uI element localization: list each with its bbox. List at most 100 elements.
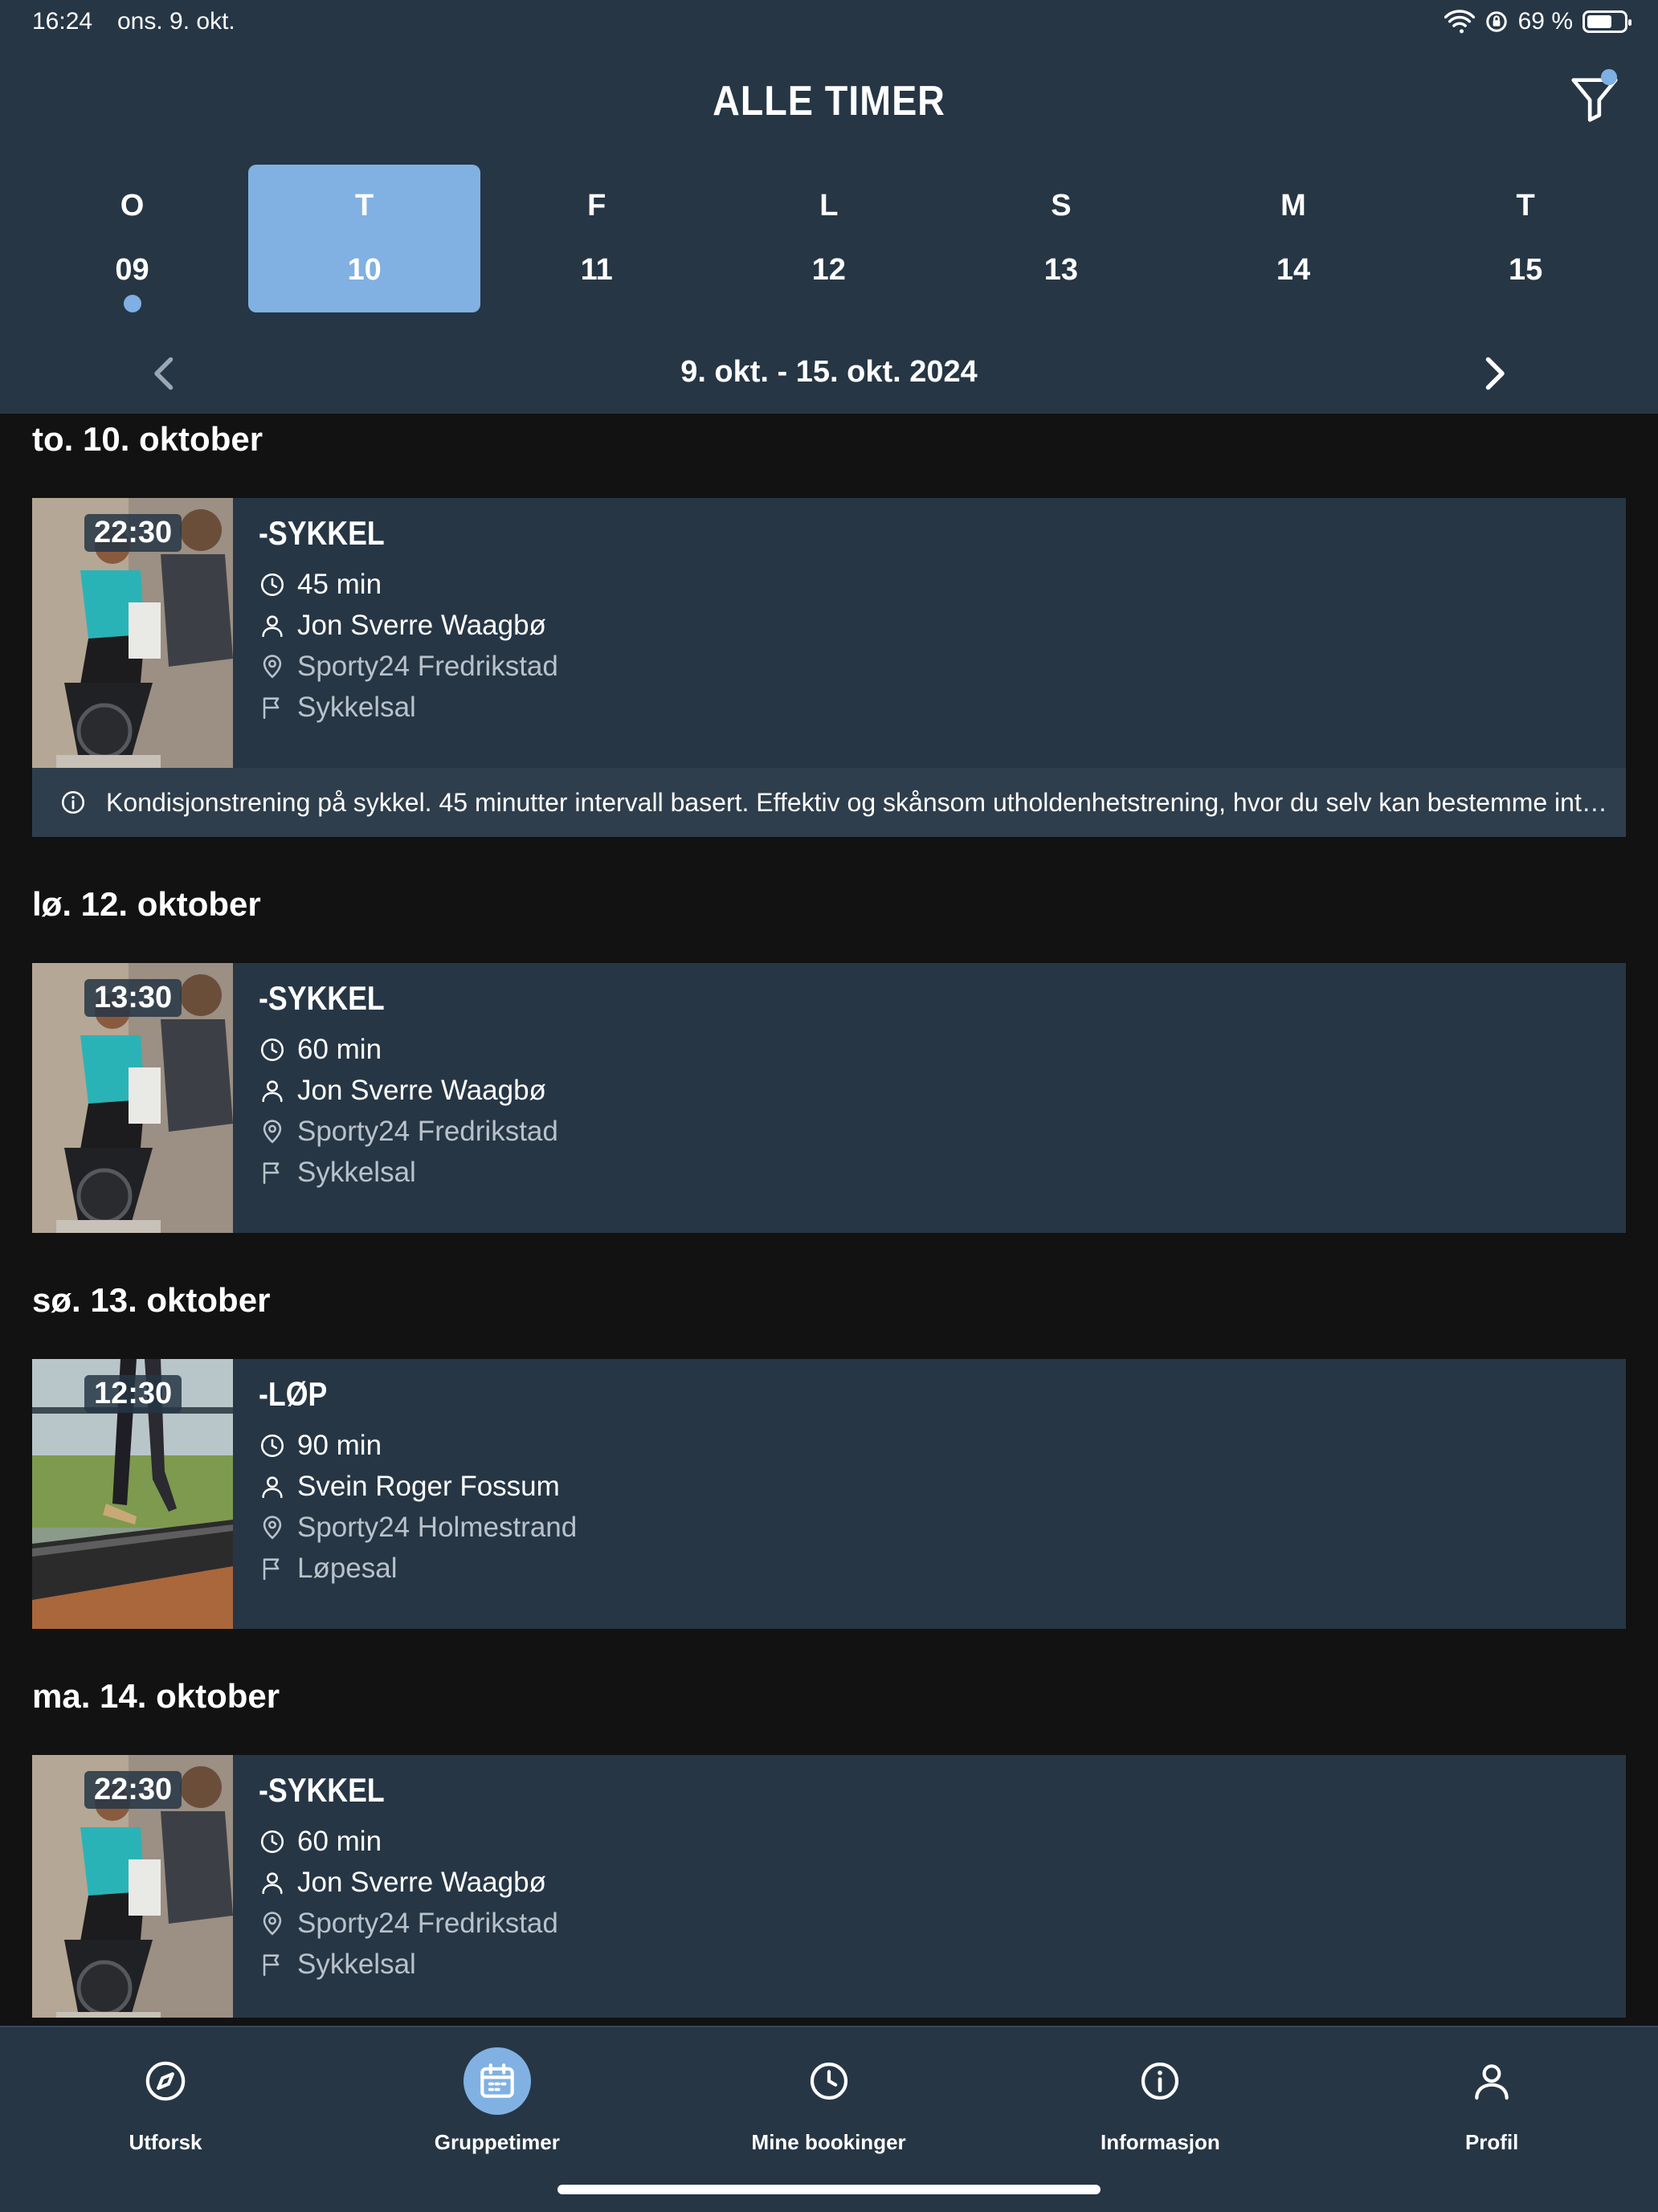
- flag-icon: [263, 1161, 280, 1184]
- day-number: 10: [347, 253, 382, 287]
- class-duration-row: 60 min: [259, 1029, 558, 1070]
- calendar-icon: [480, 2063, 514, 2098]
- tab-icon-wrap: [132, 2047, 199, 2115]
- tab-icon-wrap: [1458, 2047, 1525, 2115]
- clock-icon: [260, 1434, 284, 1457]
- day-letter: F: [587, 189, 606, 222]
- class-location: Sporty24 Holmestrand: [297, 1511, 578, 1543]
- class-room-row: Sykkelsal: [259, 1152, 558, 1193]
- has-classes-dot: [123, 295, 141, 312]
- tab-label: Profil: [1464, 2130, 1519, 2154]
- day-number: 09: [115, 253, 149, 287]
- info-icon: [1141, 2062, 1179, 2100]
- class-description-text: Kondisjonstrening på sykkel. 45 minutter…: [106, 787, 1607, 817]
- class-info: -SYKKEL 45 min Jon Sverre Waagbø Sporty24 F…: [259, 514, 558, 728]
- class-room-row: Løpesal: [259, 1548, 577, 1589]
- tab-label: Utforsk: [129, 2130, 202, 2154]
- day-letter: T: [354, 189, 374, 222]
- class-info: -LØP 90 min Svein Roger Fossum Sporty24 Hol…: [259, 1375, 577, 1589]
- flag-icon: [263, 1953, 280, 1976]
- rotation-lock-icon: [1485, 11, 1507, 32]
- class-start-time: 13:30: [84, 979, 182, 1017]
- status-bar: 16:24 ons. 9. okt. 69 %: [0, 0, 1658, 48]
- class-location: Sporty24 Fredrikstad: [297, 1115, 558, 1147]
- day-number: 12: [811, 253, 846, 287]
- day-14[interactable]: M 14: [1178, 165, 1410, 312]
- day-12[interactable]: L 12: [713, 165, 945, 312]
- chevron-right-icon: [1485, 357, 1505, 390]
- class-instructor-row: Jon Sverre Waagbø: [259, 1862, 558, 1903]
- class-card-main: 13:30 -SYKKEL 60 min Jon Sverre Waagbø Sport…: [32, 963, 1626, 1233]
- tab-label: Gruppetimer: [434, 2130, 560, 2154]
- class-card[interactable]: 22:30 -SYKKEL 45 min Jon Sverre Waagbø Sport…: [32, 498, 1626, 837]
- class-duration-row: 45 min: [259, 564, 558, 605]
- tab-icon-wrap: [795, 2047, 863, 2115]
- class-duration: 45 min: [297, 568, 382, 600]
- class-instructor: Jon Sverre Waagbø: [297, 1074, 546, 1106]
- class-location: Sporty24 Fredrikstad: [297, 1907, 558, 1939]
- class-room-row: Sykkelsal: [259, 687, 558, 728]
- day-10[interactable]: T 10: [248, 165, 481, 312]
- tab-informasjon[interactable]: Informasjon: [994, 2027, 1325, 2188]
- clock-icon: [260, 1830, 284, 1853]
- class-location-row: Sporty24 Fredrikstad: [259, 1111, 558, 1152]
- filter-active-badge: [1601, 69, 1617, 85]
- tab-gruppetimer[interactable]: Gruppetimer: [332, 2027, 663, 2188]
- class-card[interactable]: 13:30 -SYKKEL 60 min Jon Sverre Waagbø Sport…: [32, 963, 1626, 1233]
- class-card-main: 22:30 -SYKKEL 45 min Jon Sverre Waagbø Sport…: [32, 498, 1626, 768]
- day-number: 14: [1276, 253, 1311, 287]
- week-range-label: 9. okt. - 15. okt. 2024: [680, 355, 978, 389]
- class-card[interactable]: 12:30 -LØP 90 min Svein Roger Fossum Sporty2…: [32, 1359, 1626, 1629]
- class-thumbnail: 22:30: [32, 1755, 233, 2018]
- person-icon: [1475, 2064, 1509, 2100]
- class-thumbnail: 22:30: [32, 498, 233, 768]
- class-info: -SYKKEL 60 min Jon Sverre Waagbø Sporty24 F…: [259, 979, 558, 1193]
- class-card[interactable]: 22:30 -SYKKEL 60 min Jon Sverre Waagbø Sport…: [32, 1755, 1626, 2018]
- clock-icon: [810, 2062, 847, 2100]
- tab-mine-bookinger[interactable]: Mine bookinger: [664, 2027, 994, 2188]
- day-letter: T: [1516, 189, 1535, 222]
- day-09[interactable]: O 09: [16, 165, 248, 312]
- day-11[interactable]: F 11: [480, 165, 713, 312]
- clock-icon: [260, 1038, 284, 1061]
- location-pin-icon: [263, 1515, 282, 1539]
- battery-icon: [1582, 10, 1631, 33]
- class-duration-row: 90 min: [259, 1425, 577, 1466]
- class-location: Sporty24 Fredrikstad: [297, 650, 558, 682]
- status-date: ons. 9. okt.: [117, 8, 235, 35]
- class-room: Sykkelsal: [297, 691, 416, 723]
- location-pin-icon: [263, 1911, 282, 1935]
- tab-icon-wrap: [463, 2047, 531, 2115]
- class-instructor: Svein Roger Fossum: [297, 1470, 560, 1502]
- class-title: -SYKKEL: [259, 514, 385, 552]
- tab-utforsk[interactable]: Utforsk: [0, 2027, 331, 2188]
- person-icon: [262, 1871, 283, 1894]
- class-thumbnail: 12:30: [32, 1359, 233, 1629]
- info-icon: [61, 790, 85, 814]
- class-duration: 90 min: [297, 1429, 382, 1461]
- class-instructor: Jon Sverre Waagbø: [297, 1866, 546, 1898]
- tab-profil[interactable]: Profil: [1326, 2027, 1657, 2188]
- battery-percent: 69 %: [1517, 8, 1573, 35]
- class-description: Kondisjonstrening på sykkel. 45 minutter…: [32, 768, 1626, 837]
- day-heading: sø. 13. oktober: [32, 1281, 271, 1319]
- class-room-row: Sykkelsal: [259, 1944, 558, 1985]
- person-icon: [262, 1079, 283, 1102]
- flag-icon: [263, 1557, 280, 1580]
- person-icon: [262, 1475, 283, 1498]
- wifi-icon: [1444, 10, 1475, 34]
- day-15[interactable]: T 15: [1410, 165, 1642, 312]
- day-13[interactable]: S 13: [945, 165, 1177, 312]
- class-start-time: 12:30: [84, 1375, 182, 1413]
- class-room: Sykkelsal: [297, 1948, 416, 1980]
- day-letter: S: [1051, 189, 1072, 222]
- class-duration-row: 60 min: [259, 1821, 558, 1862]
- location-pin-icon: [263, 1119, 282, 1143]
- class-duration: 60 min: [297, 1825, 382, 1857]
- clock-icon: [260, 573, 284, 596]
- class-room: Løpesal: [297, 1552, 398, 1584]
- next-week-button[interactable]: [1478, 353, 1510, 394]
- class-instructor-row: Svein Roger Fossum: [259, 1466, 577, 1507]
- day-heading: to. 10. oktober: [32, 420, 263, 458]
- flag-icon: [263, 696, 280, 719]
